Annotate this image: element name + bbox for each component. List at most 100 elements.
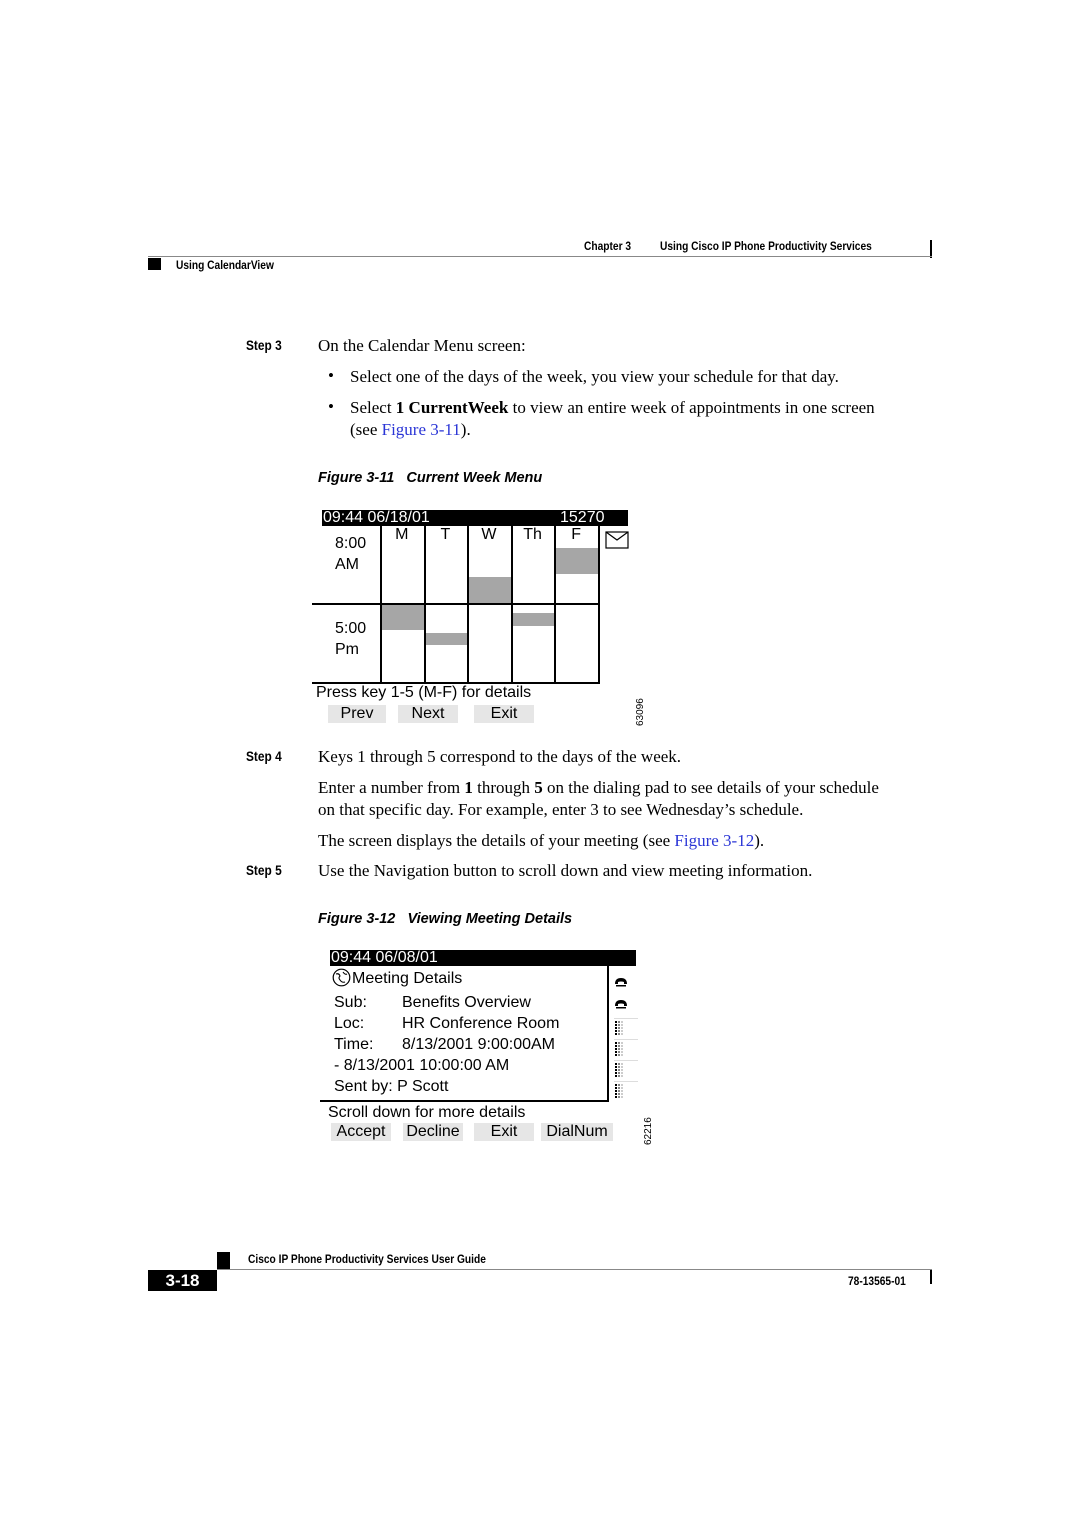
status-bar: 09:44 06/18/01 15270 <box>322 510 628 526</box>
step-5-text: Use the Navigation button to scroll down… <box>318 861 813 880</box>
para-text: on the dialing pad to see details of you… <box>542 778 879 797</box>
subject-value: Benefits Overview <box>402 994 531 1011</box>
time-label: Time: <box>334 1036 374 1053</box>
step-3-text: On the Calendar Menu screen: <box>318 336 526 355</box>
current-week-screen: 09:44 06/18/01 15270 8:00 AM 5:00 Pm M T W… <box>312 510 652 730</box>
step-4-para-1-line-2: on that specific day. For example, enter… <box>318 800 804 819</box>
footer-vertical-bar <box>930 1270 932 1284</box>
bullet-2-line2-post: ). <box>460 420 471 439</box>
next-softkey[interactable]: Next <box>398 705 458 723</box>
content-frame-bottom <box>320 1100 609 1102</box>
figure-3-11-title: Current Week Menu <box>406 470 543 486</box>
current-week-option: 1 CurrentWeek <box>395 398 509 417</box>
decline-softkey[interactable]: Decline <box>403 1123 463 1141</box>
content-frame-right <box>607 966 609 1102</box>
am-time-label: 8:00 <box>335 535 367 552</box>
line-dots-group <box>614 1018 638 1102</box>
step-3-bullet-2: Select 1 CurrentWeek to view an entire w… <box>350 397 875 419</box>
sent-by: Sent by: P Scott <box>334 1078 449 1095</box>
footer-rule <box>217 1269 932 1270</box>
bullet-2-line2-pre: (see <box>350 420 382 439</box>
bullet-2-post: to view an entire week of appointments i… <box>508 398 875 417</box>
phone-handset-icon <box>614 974 628 987</box>
bullet-icon: • <box>328 397 334 416</box>
figure-3-11-caption: Figure 3-11 Current Week Menu <box>318 470 542 486</box>
pm-time-label: 5:00 <box>335 620 367 637</box>
bullet-icon: • <box>328 366 334 385</box>
noon-divider <box>312 603 600 605</box>
figure-id: 63096 <box>635 698 646 726</box>
figure-3-12-link[interactable]: Figure 3-12 <box>674 831 754 850</box>
para-text: Enter a number from <box>318 778 465 797</box>
page-number: 3-18 <box>148 1270 217 1291</box>
line-dots-icon <box>614 1060 638 1081</box>
am-label: AM <box>335 556 359 573</box>
grid-line <box>598 526 600 684</box>
chapter-title: Using Cisco IP Phone Productivity Servic… <box>660 239 872 253</box>
section-marker <box>148 258 161 270</box>
figure-3-11-link[interactable]: Figure 3-11 <box>382 420 461 439</box>
figure-3-12-number: Figure 3-12 <box>318 911 396 927</box>
details-prompt: Press key 1-5 (M-F) for details <box>316 684 532 701</box>
line-dots-icon <box>614 1018 638 1039</box>
key-1: 1 <box>464 778 473 797</box>
para-text: The screen displays the details of your … <box>318 831 675 850</box>
line-dots-icon <box>614 1039 638 1060</box>
header-rule <box>148 256 932 257</box>
pm-label: Pm <box>335 641 359 658</box>
step-3-label: Step 3 <box>246 337 282 353</box>
status-time: 09:44 06/08/01 <box>331 949 438 966</box>
meeting-details-title: Meeting Details <box>352 970 463 987</box>
appointment-block <box>382 605 424 631</box>
globe-icon <box>332 968 351 987</box>
time-end-value: - 8/13/2001 10:00:00 AM <box>334 1057 510 1074</box>
chapter-label: Chapter 3 <box>584 239 632 253</box>
envelope-icon <box>605 531 629 549</box>
scroll-prompt: Scroll down for more details <box>328 1104 526 1121</box>
grid-line <box>510 526 513 684</box>
step-3-bullet-2-line-2: (see Figure 3-11). <box>350 419 471 441</box>
step-4-para-1: Enter a number from 1 through 5 on the d… <box>318 777 879 799</box>
day-header-f: F <box>571 526 582 543</box>
status-time: 09:44 06/18/01 <box>323 509 430 526</box>
exit-softkey[interactable]: Exit <box>474 1123 534 1141</box>
appointment-block <box>469 576 511 603</box>
key-5: 5 <box>534 778 543 797</box>
time-value: 8/13/2001 9:00:00AM <box>402 1036 556 1053</box>
day-header-m: M <box>395 526 409 543</box>
section-title: Using CalendarView <box>176 258 274 272</box>
guide-title: Cisco IP Phone Productivity Services Use… <box>248 1252 486 1266</box>
dialnum-softkey[interactable]: DialNum <box>541 1123 613 1141</box>
grid-line <box>423 526 426 684</box>
prev-softkey[interactable]: Prev <box>328 705 386 723</box>
day-header-w: W <box>481 526 497 543</box>
day-header-t: T <box>440 526 451 543</box>
footer-marker <box>217 1252 230 1270</box>
status-bar: 09:44 06/08/01 <box>330 950 636 966</box>
day-header-th: Th <box>523 526 542 543</box>
phone-handset-icon <box>614 996 628 1009</box>
step-5-label: Step 5 <box>246 862 282 878</box>
week-grid: M T W Th F <box>312 526 600 684</box>
bullet-2-pre: Select <box>350 398 396 417</box>
figure-id: 62216 <box>643 1117 654 1145</box>
exit-softkey[interactable]: Exit <box>474 705 534 723</box>
grid-line <box>467 526 470 684</box>
status-extension: 15270 <box>560 509 605 526</box>
figure-3-12-title: Viewing Meeting Details <box>407 911 573 927</box>
appointment-block <box>425 632 468 646</box>
step-3-bullet-1: Select one of the days of the week, you … <box>350 367 839 386</box>
line-dots-icon <box>614 1081 638 1102</box>
appointment-block <box>512 613 555 626</box>
step-4-para-2: The screen displays the details of your … <box>318 830 764 852</box>
location-value: HR Conference Room <box>402 1015 560 1032</box>
para-text: through <box>472 778 535 797</box>
appointment-block <box>556 547 598 574</box>
meeting-details-screen: 09:44 06/08/01 Meeting Details Sub: Bene… <box>320 948 650 1148</box>
subject-label: Sub: <box>334 994 367 1011</box>
figure-3-11-number: Figure 3-11 <box>318 470 395 486</box>
figure-3-12-caption: Figure 3-12 Viewing Meeting Details <box>318 911 572 927</box>
step-4-label: Step 4 <box>246 748 282 764</box>
accept-softkey[interactable]: Accept <box>331 1123 391 1141</box>
step-4-text: Keys 1 through 5 correspond to the days … <box>318 747 682 766</box>
